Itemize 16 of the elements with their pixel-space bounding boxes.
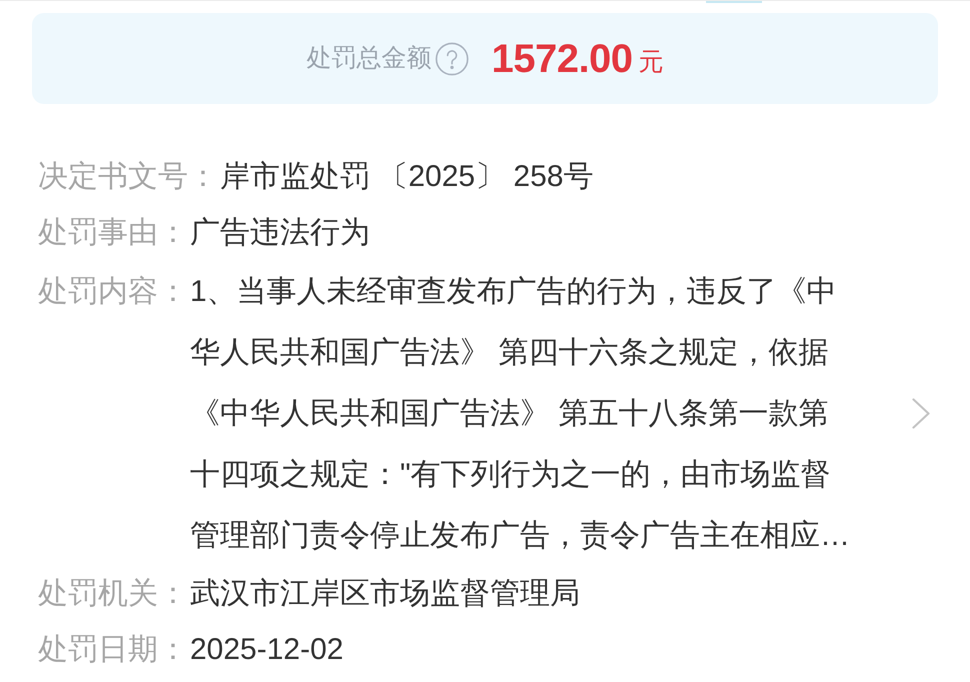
penalty-content-text: 1、当事人未经审查发布广告的行为，违反了《中华人民共和国广告法》 第四十六条之规定，依据《中华人民共和国广告法》 第五十八条第一款第十四项之规定："有下列行为之一的，由市场监督管理部门责令停止发布广告，责令广告主在相应… bbox=[190, 274, 851, 554]
field-value: 广告违法行为 bbox=[190, 215, 370, 251]
field-label: 处罚内容： bbox=[38, 274, 188, 310]
field-label: 处罚事由： bbox=[38, 215, 188, 251]
field-value: 岸市监处罚 〔2025〕 258号 bbox=[220, 159, 594, 195]
field-value: 武汉市江岸区市场监督管理局 bbox=[190, 576, 580, 612]
tab-indicator bbox=[706, 1, 762, 3]
currency-unit: 元 bbox=[638, 50, 664, 75]
total-amount-value: 1572.00 bbox=[491, 38, 633, 78]
total-amount-label: 处罚总金额 bbox=[306, 42, 432, 74]
field-label: 处罚机关： bbox=[38, 576, 188, 612]
field-value: 2025-12-02 bbox=[190, 632, 344, 668]
field-label: 决定书文号： bbox=[38, 159, 218, 195]
chevron-right-icon[interactable] bbox=[912, 398, 930, 429]
help-icon[interactable] bbox=[435, 42, 470, 76]
field-label: 处罚日期： bbox=[38, 632, 188, 668]
